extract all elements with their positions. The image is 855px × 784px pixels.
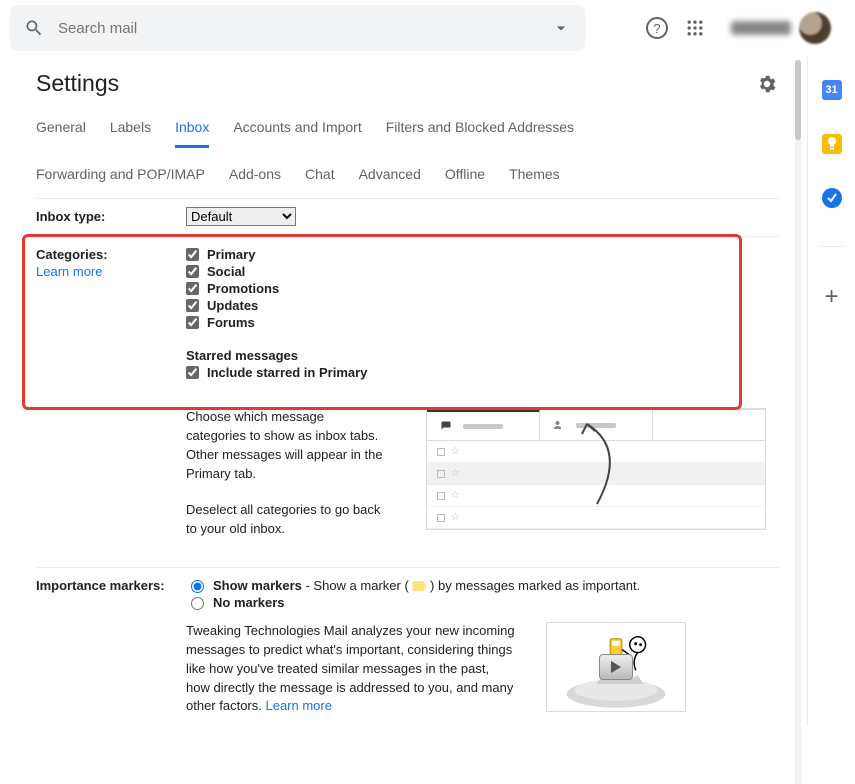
setting-row-categories: Categories: Learn more Primary Social Prom… [36,237,779,568]
settings-panel: Settings General Labels Inbox Accounts and … [0,56,807,726]
inbox-icon [439,420,453,432]
illustration-row: ☆ [427,463,765,485]
checkbox-category-promotions[interactable] [186,282,199,295]
search-icon [22,16,46,40]
checkbox-category-social[interactable] [186,265,199,278]
inbox-type-select[interactable]: Default [186,207,296,226]
checkbox-category-forums-label: Forums [207,315,255,330]
importance-marker-icon [412,581,426,591]
search-box[interactable] [10,5,585,51]
tab-chat[interactable]: Chat [305,166,335,192]
inbox-tabs-illustration: ☆ ☆ ☆ ☆ [426,408,766,530]
checkbox-category-updates-label: Updates [207,298,258,313]
radio-no-markers-label: No markers [213,595,285,610]
side-panel: 31 + [807,56,855,726]
categories-help-text: Choose which message categories to show … [186,408,386,557]
app-header: ? [0,0,855,56]
illustration-row: ☆ [427,441,765,463]
side-panel-divider [820,246,844,247]
avatar [799,12,831,44]
play-icon [599,654,633,680]
header-actions: ? [645,9,837,47]
starred-messages-heading: Starred messages [186,348,779,363]
checkbox-category-forums[interactable] [186,316,199,329]
settings-header: Settings [36,70,779,97]
illustration-row: ☆ [427,485,765,507]
importance-description: Tweaking Technologies Mail analyzes your… [186,622,516,716]
setting-row-importance: Importance markers: Show markers - Show … [36,568,779,726]
categories-learn-more-link[interactable]: Learn more [36,264,186,279]
add-addon-button[interactable]: + [824,285,838,309]
main-area: Settings General Labels Inbox Accounts and … [0,56,855,726]
setting-row-inbox-type: Inbox type: Default [36,199,779,237]
checkbox-category-updates[interactable] [186,299,199,312]
checkbox-category-social-label: Social [207,264,245,279]
keep-icon[interactable] [822,134,842,154]
tab-filters-and-blocked-addresses[interactable]: Filters and Blocked Addresses [386,119,574,148]
tab-themes[interactable]: Themes [509,166,560,192]
people-icon [552,419,566,431]
search-input[interactable] [56,19,549,38]
help-icon[interactable]: ? [645,16,669,40]
importance-learn-more-link[interactable]: Learn more [265,698,331,713]
checkbox-include-starred-label: Include starred in Primary [207,365,367,380]
tab-advanced[interactable]: Advanced [359,166,421,192]
checkbox-include-starred[interactable] [186,366,199,379]
calendar-icon[interactable]: 31 [822,80,842,100]
svg-text:?: ? [653,21,660,36]
setting-label-categories: Categories: Learn more [36,245,186,557]
setting-label-importance: Importance markers: [36,576,186,716]
radio-show-markers[interactable] [191,580,204,593]
illustration-tab-other [540,409,653,441]
tab-accounts-and-import[interactable]: Accounts and Import [233,119,361,148]
account-name-redacted [731,21,791,35]
tab-forwarding-and-pop-imap[interactable]: Forwarding and POP/IMAP [36,166,205,192]
checkbox-category-promotions-label: Promotions [207,281,279,296]
apps-grid-icon[interactable] [683,16,707,40]
tab-inbox[interactable]: Inbox [175,119,209,148]
checkbox-category-primary-label: Primary [207,247,255,262]
setting-label-inbox-type: Inbox type: [36,207,186,226]
settings-tabs: General Labels Inbox Accounts and Import Fil… [36,119,779,192]
illustration-row: ☆ [427,507,765,529]
radio-show-markers-label: Show markers - Show a marker ( ) by mess… [213,578,640,593]
tab-labels[interactable]: Labels [110,119,151,148]
tab-offline[interactable]: Offline [445,166,485,192]
scrollbar[interactable] [795,60,801,784]
illustration-tab-primary [427,409,540,441]
importance-video-thumbnail[interactable] [546,622,686,712]
tab-add-ons[interactable]: Add-ons [229,166,281,192]
tasks-icon[interactable] [822,188,842,208]
account-chip[interactable] [721,9,837,47]
illustration-tab-blank [653,409,765,441]
search-options-dropdown[interactable] [549,16,573,40]
gear-icon[interactable] [755,72,779,96]
page-title: Settings [36,70,119,97]
tab-general[interactable]: General [36,119,86,148]
radio-no-markers[interactable] [191,597,204,610]
checkbox-category-primary[interactable] [186,248,199,261]
